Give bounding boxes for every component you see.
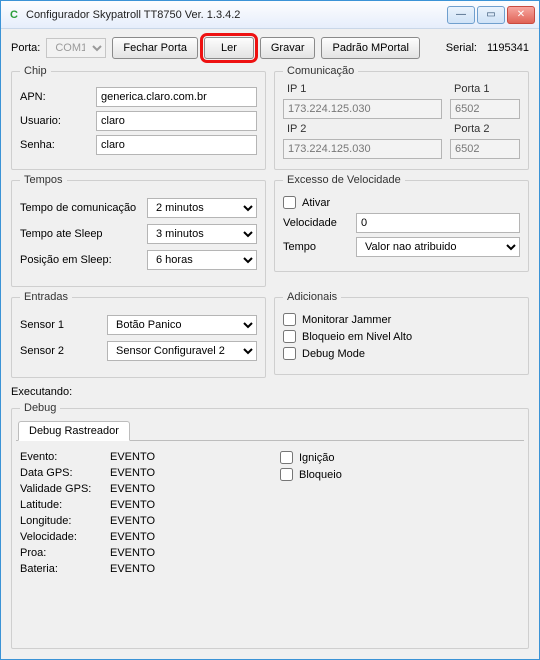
entradas-legend: Entradas: [20, 291, 72, 303]
ip2-input[interactable]: [283, 139, 442, 159]
debug-tabstrip: Debug Rastreador: [16, 418, 524, 441]
serial-label: Serial:: [446, 42, 477, 54]
velocidade-legend: Excesso de Velocidade: [283, 174, 405, 186]
longitude-value: EVENTO: [110, 515, 155, 527]
senha-label: Senha:: [20, 139, 90, 151]
latitude-key: Latitude:: [20, 499, 110, 511]
minimize-button[interactable]: —: [447, 6, 475, 24]
porta1-input[interactable]: [450, 99, 520, 119]
evento-key: Evento:: [20, 451, 110, 463]
chip-group: Chip APN: Usuario: Senha:: [11, 65, 266, 170]
app-window: C Configurador Skypatroll TT8750 Ver. 1.…: [0, 0, 540, 660]
debug-mode-label: Debug Mode: [302, 348, 365, 360]
porta-label: Porta:: [11, 42, 40, 54]
ip1-label: IP 1: [283, 83, 442, 95]
app-icon: C: [7, 8, 21, 22]
bateria-key: Bateria:: [20, 563, 110, 575]
ip2-label: IP 2: [283, 123, 442, 135]
tempos-group: Tempos Tempo de comunicação 2 minutos Te…: [11, 174, 266, 287]
tempo-select[interactable]: Valor nao atribuido: [356, 237, 520, 257]
chip-legend: Chip: [20, 65, 51, 77]
tempo-comunicacao-select[interactable]: 2 minutos: [147, 198, 257, 218]
proa-key: Proa:: [20, 547, 110, 559]
entradas-group: Entradas Sensor 1 Botão Panico Sensor 2 …: [11, 291, 266, 378]
jammer-label: Monitorar Jammer: [302, 314, 391, 326]
tab-debug-rastreador[interactable]: Debug Rastreador: [18, 421, 130, 441]
sensor1-select[interactable]: Botão Panico: [107, 315, 257, 335]
window-buttons: — ▭ ✕: [447, 6, 535, 24]
ignicao-checkbox[interactable]: [280, 451, 293, 464]
executando-label: Executando:: [11, 386, 529, 398]
usuario-label: Usuario:: [20, 115, 90, 127]
validade-key: Validade GPS:: [20, 483, 110, 495]
velocidade-input[interactable]: [356, 213, 520, 233]
gravar-button[interactable]: Gravar: [260, 37, 316, 59]
velocidade-value: EVENTO: [110, 531, 155, 543]
porta1-label: Porta 1: [450, 83, 520, 95]
close-button[interactable]: ✕: [507, 6, 535, 24]
datagps-value: EVENTO: [110, 467, 155, 479]
debug-legend: Debug: [20, 402, 60, 414]
bateria-value: EVENTO: [110, 563, 155, 575]
jammer-checkbox[interactable]: [283, 313, 296, 326]
tempo-sleep-select[interactable]: 3 minutos: [147, 224, 257, 244]
ativar-checkbox[interactable]: [283, 196, 296, 209]
sensor2-select[interactable]: Sensor Configuravel 2: [107, 341, 257, 361]
tempo-sleep-label: Tempo ate Sleep: [20, 228, 103, 240]
porta2-input[interactable]: [450, 139, 520, 159]
evento-value: EVENTO: [110, 451, 155, 463]
velocidade-label: Velocidade: [283, 217, 348, 229]
apn-input[interactable]: [96, 87, 257, 107]
validade-value: EVENTO: [110, 483, 155, 495]
adicionais-group: Adicionais Monitorar Jammer Bloqueio em …: [274, 291, 529, 375]
window-body: Porta: COM1 Fechar Porta Ler Gravar Padr…: [1, 29, 539, 659]
latitude-value: EVENTO: [110, 499, 155, 511]
debug-left-column: Evento:EVENTO Data GPS:EVENTO Validade G…: [20, 447, 280, 579]
ativar-label: Ativar: [302, 197, 330, 209]
bloqueio-alto-checkbox[interactable]: [283, 330, 296, 343]
fechar-porta-button[interactable]: Fechar Porta: [112, 37, 198, 59]
sensor1-label: Sensor 1: [20, 319, 64, 331]
sensor2-label: Sensor 2: [20, 345, 64, 357]
comunicacao-legend: Comunicação: [283, 65, 358, 77]
porta-select[interactable]: COM1: [46, 38, 106, 58]
velocidade-group: Excesso de Velocidade Ativar Velocidade …: [274, 174, 529, 272]
ip1-input[interactable]: [283, 99, 442, 119]
serial-value: 1195341: [487, 42, 529, 54]
usuario-input[interactable]: [96, 111, 257, 131]
senha-input[interactable]: [96, 135, 257, 155]
ler-button[interactable]: Ler: [204, 37, 254, 59]
proa-value: EVENTO: [110, 547, 155, 559]
debug-group: Debug Debug Rastreador Evento:EVENTO Dat…: [11, 402, 529, 649]
tempo-comunicacao-label: Tempo de comunicação: [20, 202, 136, 214]
tempo-label: Tempo: [283, 241, 348, 253]
titlebar: C Configurador Skypatroll TT8750 Ver. 1.…: [1, 1, 539, 29]
apn-label: APN:: [20, 91, 90, 103]
adicionais-legend: Adicionais: [283, 291, 341, 303]
padrao-mportal-button[interactable]: Padrão MPortal: [321, 37, 419, 59]
debug-right-column: Ignição Bloqueio: [280, 447, 520, 579]
posicao-sleep-select[interactable]: 6 horas: [147, 250, 257, 270]
porta2-label: Porta 2: [450, 123, 520, 135]
bloqueio-label: Bloqueio: [299, 469, 342, 481]
ignicao-label: Ignição: [299, 452, 334, 464]
comunicacao-group: Comunicação IP 1 Porta 1 IP 2 Porta 2: [274, 65, 529, 170]
datagps-key: Data GPS:: [20, 467, 110, 479]
toolbar: Porta: COM1 Fechar Porta Ler Gravar Padr…: [11, 35, 529, 61]
debug-mode-checkbox[interactable]: [283, 347, 296, 360]
longitude-key: Longitude:: [20, 515, 110, 527]
bloqueio-alto-label: Bloqueio em Nivel Alto: [302, 331, 412, 343]
tempos-legend: Tempos: [20, 174, 67, 186]
posicao-sleep-label: Posição em Sleep:: [20, 254, 112, 266]
bloqueio-checkbox[interactable]: [280, 468, 293, 481]
velocidade-key: Velocidade:: [20, 531, 110, 543]
window-title: Configurador Skypatroll TT8750 Ver. 1.3.…: [26, 9, 447, 21]
maximize-button[interactable]: ▭: [477, 6, 505, 24]
